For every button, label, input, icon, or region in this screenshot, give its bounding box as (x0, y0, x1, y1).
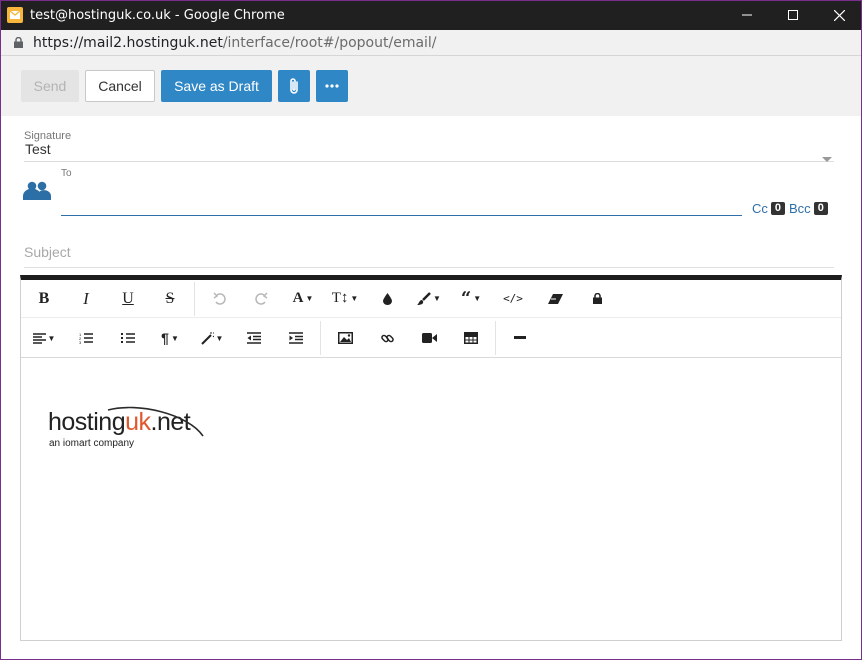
to-label: To (61, 168, 72, 179)
compose-toolbar: Send Cancel Save as Draft (1, 56, 861, 116)
underline-icon: U (122, 289, 134, 307)
to-field-row: To Cc 0 Bcc 0 (22, 168, 836, 218)
horizontal-rule-icon (514, 336, 526, 339)
italic-button[interactable]: I (65, 282, 107, 316)
paragraph-button[interactable]: ¶ ▼ (149, 321, 191, 355)
unordered-list-icon (121, 333, 135, 343)
quote-icon: “ (460, 288, 472, 309)
more-options-button[interactable] (316, 70, 348, 102)
ordered-list-icon: 123 (79, 332, 93, 344)
strikethrough-icon: S (165, 289, 175, 307)
bcc-count-badge: 0 (813, 202, 828, 215)
indent-button[interactable] (275, 321, 317, 355)
undo-button[interactable] (198, 282, 240, 316)
outdent-icon (247, 332, 261, 344)
strikethrough-button[interactable]: S (149, 282, 191, 316)
magic-wand-icon (200, 331, 214, 345)
minimize-button[interactable] (724, 0, 770, 30)
bcc-link[interactable]: Bcc (789, 201, 811, 216)
lock-icon (14, 37, 23, 48)
italic-icon: I (83, 288, 89, 308)
mail-app-icon (7, 7, 23, 23)
ink-button[interactable] (366, 282, 408, 316)
insert-image-button[interactable] (324, 321, 366, 355)
undo-icon (212, 292, 226, 305)
paint-brush-icon (417, 291, 431, 305)
font-size-button[interactable]: T↕ ▼ (324, 282, 366, 316)
outdent-button[interactable] (233, 321, 275, 355)
link-icon (380, 334, 394, 342)
url-path: /interface/root#/popout/email/ (222, 34, 437, 51)
send-button[interactable]: Send (21, 70, 79, 102)
redo-button[interactable] (240, 282, 282, 316)
signature-value: Test (25, 141, 51, 157)
underline-button[interactable]: U (107, 282, 149, 316)
ordered-list-button[interactable]: 123 (65, 321, 107, 355)
lock-button[interactable] (576, 282, 618, 316)
close-icon (833, 9, 845, 21)
font-color-icon: A (292, 290, 304, 306)
paperclip-icon (290, 78, 298, 94)
svg-text:3: 3 (79, 340, 82, 344)
contacts-icon[interactable] (22, 181, 52, 206)
bold-icon: B (38, 289, 50, 307)
align-icon (32, 332, 46, 344)
cancel-button[interactable]: Cancel (85, 70, 155, 102)
font-size-icon: T↕ (331, 290, 349, 306)
hostinguk-logo: hostinguk.net an iomart company (48, 406, 204, 449)
logo-swoosh (107, 406, 204, 437)
url-host: https://mail2.hostinguk.net (33, 34, 223, 51)
title-bar: test@hostinguk.co.uk - Google Chrome (0, 0, 862, 30)
chevron-down-icon (822, 157, 832, 162)
paragraph-icon: ¶ (161, 330, 169, 346)
indent-icon (289, 332, 303, 344)
horizontal-rule-button[interactable] (499, 321, 541, 355)
save-as-draft-button[interactable]: Save as Draft (161, 70, 272, 102)
editor-body[interactable]: hostinguk.net an iomart company (21, 358, 841, 640)
image-icon (337, 332, 353, 344)
paint-brush-button[interactable]: ▼ (408, 282, 450, 316)
table-icon (464, 332, 478, 344)
unordered-list-button[interactable] (107, 321, 149, 355)
font-color-button[interactable]: A ▼ (282, 282, 324, 316)
ink-icon (382, 292, 392, 305)
address-bar[interactable]: https://mail2.hostinguk.net/interface/ro… (1, 30, 861, 56)
subject-input[interactable]: Subject (24, 244, 834, 268)
quote-button[interactable]: “▼ (450, 282, 492, 316)
signature-select[interactable]: Signature Test (24, 126, 834, 162)
cc-count-badge: 0 (770, 202, 786, 215)
to-input[interactable] (61, 215, 742, 216)
close-window-button[interactable] (816, 0, 862, 30)
clear-format-button[interactable] (534, 282, 576, 316)
eraser-icon (547, 293, 563, 304)
maximize-icon (788, 10, 798, 20)
bold-button[interactable]: B (23, 282, 65, 316)
rich-text-editor: B I U S A ▼ T↕ ▼ ▼ “▼ </> ▼ 1 2 3 ¶ ▼ ▼ … (20, 275, 842, 641)
insert-table-button[interactable] (450, 321, 492, 355)
ellipsis-icon (325, 84, 339, 88)
code-icon: </> (503, 292, 523, 305)
attach-button[interactable] (278, 70, 310, 102)
editor-toolbar: B I U S A ▼ T↕ ▼ ▼ “▼ </> ▼ 1 2 3 ¶ ▼ ▼ (21, 280, 841, 358)
insert-link-button[interactable] (366, 321, 408, 355)
magic-wand-button[interactable]: ▼ (191, 321, 233, 355)
lock-icon (592, 293, 602, 304)
video-icon (421, 333, 437, 343)
maximize-button[interactable] (770, 0, 816, 30)
cc-link[interactable]: Cc (752, 201, 768, 216)
align-button[interactable]: ▼ (23, 321, 65, 355)
insert-video-button[interactable] (408, 321, 450, 355)
minimize-icon (742, 14, 752, 16)
redo-icon (254, 292, 268, 305)
code-view-button[interactable]: </> (492, 282, 534, 316)
window-title: test@hostinguk.co.uk - Google Chrome (30, 7, 285, 23)
